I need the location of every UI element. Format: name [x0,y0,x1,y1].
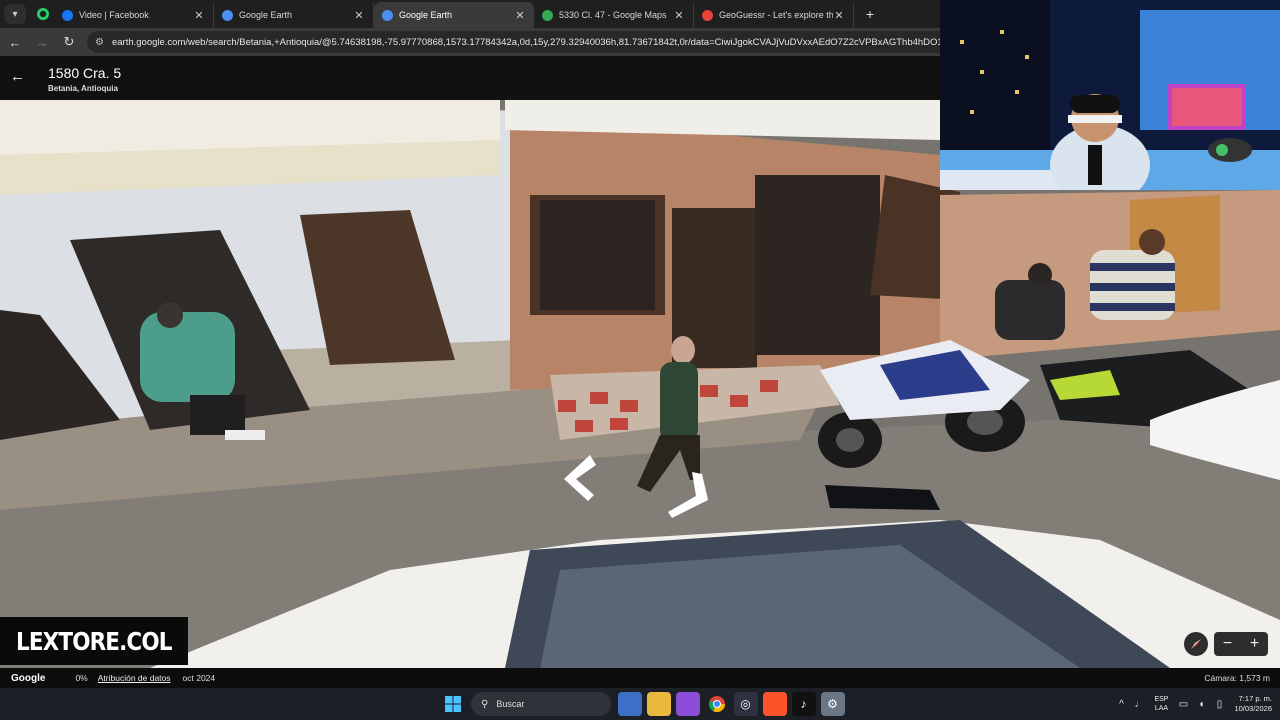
tab-2-active[interactable]: Google Earth ✕ [374,2,534,28]
brave-icon[interactable] [762,692,787,716]
zoom-in-button[interactable]: + [1250,635,1259,653]
webcam-overlay [940,0,1280,190]
keyboard-layout: LAA [1154,705,1169,712]
twitch-icon[interactable] [675,692,700,716]
navigate-forward-chevron-icon[interactable] [668,472,712,520]
windows-icon [444,696,461,712]
tab-search-button[interactable]: ▾ [4,4,26,24]
site-info-icon[interactable]: ⚙ [95,37,104,48]
instagram-watermark: LEXTORE.COL [0,617,188,665]
clock-date: 10/03/2026 [1234,704,1272,713]
close-tab-icon[interactable]: ✕ [514,9,526,22]
instagram-handle: LEXTORE.COL [16,626,172,656]
close-tab-icon[interactable]: ✕ [673,9,685,22]
taskbar-search[interactable]: ⚲ Buscar [471,692,611,716]
address-bar[interactable]: ⚙ earth.google.com/web/search/Betania,+A… [87,31,940,53]
search-icon: ⚲ [481,698,489,710]
copilot-icon[interactable] [617,692,642,716]
microphone-icon[interactable]: ♩ [1130,699,1148,710]
attribution-bar: Google 0% Atribución de datos oct 2024 C… [0,668,1280,688]
close-tab-icon[interactable]: ✕ [353,9,365,22]
back-button[interactable]: ← [3,30,27,54]
tab-title: Google Earth [239,10,293,20]
close-tab-icon[interactable]: ✕ [833,9,845,22]
google-earth-icon [382,9,393,21]
obs-icon[interactable]: ◎ [733,692,758,716]
tab-title: Google Earth [399,10,453,20]
map-controls: − + [1184,632,1268,656]
whatsapp-icon [37,8,49,20]
url-text: earth.google.com/web/search/Betania,+Ant… [111,36,940,48]
google-earth-icon [222,9,233,21]
place-title: 1580 Cra. 5 [48,65,122,81]
close-tab-icon[interactable]: ✕ [193,9,205,22]
tab-4[interactable]: GeoGuessr - Let's explore the w ✕ [694,2,854,28]
whatsapp-pinned-tab[interactable] [32,3,54,25]
volume-icon[interactable]: ◖ [1192,699,1210,710]
loading-percent: 0% [75,673,88,683]
settings-gear-icon[interactable]: ⚙ [820,692,845,716]
language-code: ESP [1154,696,1169,703]
tab-3[interactable]: 5330 Cl. 47 - Google Maps ✕ [534,2,694,28]
clock[interactable]: 7:17 p. m. 10/03/2026 [1234,694,1272,714]
tab-title: 5330 Cl. 47 - Google Maps [559,10,667,20]
tab-1[interactable]: Google Earth ✕ [214,2,374,28]
camera-altitude: Cámara: 1,573 m [1204,673,1270,683]
file-explorer-icon[interactable] [646,692,671,716]
place-subtitle: Betania, Antioquia [48,84,118,93]
new-tab-button[interactable]: + [860,4,880,24]
screen: ▾ Video | Facebook ✕ Google Earth ✕ Goog… [0,0,1280,720]
earth-header: ← 1580 Cra. 5 Betania, Antioquia [0,56,940,100]
forward-button[interactable]: → [30,30,54,54]
network-icon[interactable]: ▭ [1174,699,1192,710]
search-placeholder: Buscar [496,699,525,709]
imagery-date: oct 2024 [182,673,216,683]
taskbar: ⚲ Buscar ◎ ♪ ⚙ ^ ♩ ESP LAA ▭ ◖ ▯ 7:17 p.… [0,688,1280,720]
data-attribution-link[interactable]: Atribución de datos [98,673,171,683]
facebook-icon [62,9,73,21]
google-logo: Google [11,672,46,684]
back-arrow-icon[interactable]: ← [10,68,28,86]
zoom-control: − + [1214,632,1268,656]
tab-0[interactable]: Video | Facebook ✕ [54,2,214,28]
navigate-left-chevron-icon[interactable] [562,455,598,501]
browser-tab-strip: ▾ Video | Facebook ✕ Google Earth ✕ Goog… [0,0,940,28]
zoom-out-button[interactable]: − [1223,635,1232,653]
compass-icon [1191,639,1201,649]
chrome-icon[interactable] [705,692,729,716]
taskbar-apps: ⚲ Buscar ◎ ♪ ⚙ [438,692,847,716]
compass-button[interactable] [1184,632,1208,656]
system-tray: ^ ♩ ESP LAA ▭ ◖ ▯ 7:17 p. m. 10/03/2026 [1112,688,1272,720]
battery-icon[interactable]: ▯ [1210,699,1228,710]
reload-button[interactable]: ↻ [57,30,81,54]
browser-toolbar: ← → ↻ ⚙ earth.google.com/web/search/Beta… [0,28,940,56]
start-button[interactable] [441,692,465,716]
tiktok-icon[interactable]: ♪ [791,692,816,716]
google-maps-icon [542,9,553,21]
input-language[interactable]: ESP LAA [1154,695,1168,713]
chevron-up-icon[interactable]: ^ [1112,699,1130,710]
chrome-logo-icon [708,696,725,713]
tab-title: Video | Facebook [79,10,149,20]
geoguessr-icon [702,9,713,21]
tab-title: GeoGuessr - Let's explore the w [719,10,833,20]
clock-time: 7:17 p. m. [1238,694,1272,703]
